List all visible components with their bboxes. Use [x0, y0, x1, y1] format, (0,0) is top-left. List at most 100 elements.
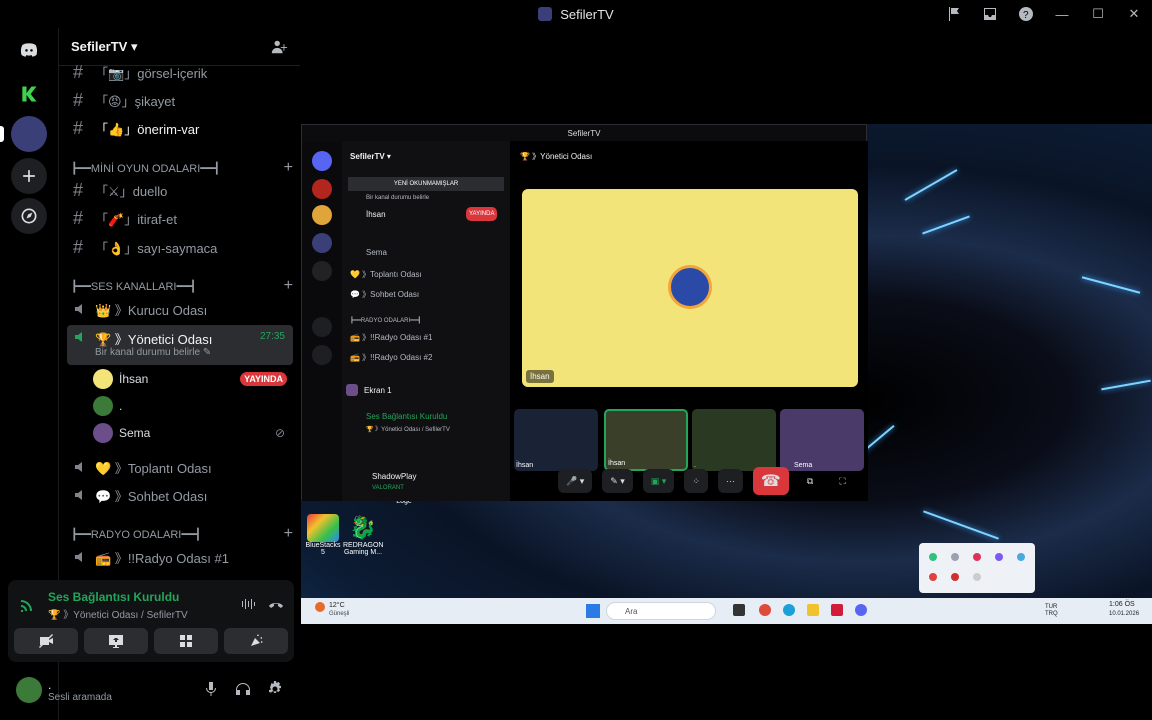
- file-explorer-icon[interactable]: [807, 604, 819, 616]
- app-icon[interactable]: [831, 604, 843, 616]
- camera-off-button[interactable]: [14, 628, 78, 654]
- weather-icon[interactable]: [315, 602, 325, 612]
- user-panel: . Sesli aramada: [8, 668, 294, 712]
- inbox-icon[interactable]: [972, 0, 1008, 28]
- channel-label: Kurucu Odası: [127, 302, 208, 318]
- inner-discord-icon: [312, 151, 332, 171]
- microphone-icon[interactable]: [202, 680, 220, 698]
- voice-kurucu-odasi[interactable]: 👑 》Kurucu Odası: [67, 295, 293, 323]
- tray-app-icon[interactable]: [929, 573, 937, 581]
- voice-radyo-1[interactable]: 📻 》!!Radyo Odası #1: [67, 543, 293, 571]
- hash-icon: #: [73, 179, 84, 200]
- maximize-button[interactable]: ☐: [1080, 0, 1116, 28]
- call-timer: 27:35: [259, 331, 285, 342]
- unread-banner: YENİ OKUNMAMIŞLAR: [348, 177, 504, 191]
- inner-fullscreen-button: ⛶: [839, 475, 846, 486]
- add-channel-icon[interactable]: +: [284, 277, 293, 295]
- chrome-icon[interactable]: [759, 604, 771, 616]
- channel-label: önerim-var: [137, 121, 200, 137]
- minimize-button[interactable]: —: [1044, 0, 1080, 28]
- add-server-icon[interactable]: [11, 158, 47, 194]
- category-radyo[interactable]: ┣━━RADYO ODALARI━━┫ +: [71, 524, 293, 544]
- screen-share-stream[interactable]: BlueStacks 5 🐉 REDRAGON Gaming M... Loge…: [301, 124, 1152, 624]
- tray-app-icon[interactable]: [973, 553, 981, 561]
- voice-location[interactable]: 🏆 》Yönetici Odası / SefilerTV: [48, 606, 188, 621]
- notification-tray-popup: [919, 543, 1035, 593]
- inbox-flag-icon[interactable]: [936, 0, 972, 28]
- taskbar-search[interactable]: Ara: [606, 602, 716, 620]
- thumb-sema: Sema: [780, 409, 864, 471]
- channel-gorsel-icerik[interactable]: # 「📷」görsel-içerik: [67, 58, 293, 86]
- tray-app-icon[interactable]: [929, 553, 937, 561]
- category-ses-kanallari[interactable]: ┣━━SES KANALLARI━━┫ +: [71, 276, 293, 296]
- headphones-icon[interactable]: [234, 680, 252, 698]
- channel-sayi-saymaca[interactable]: # 「👌」sayı-saymaca: [67, 233, 293, 261]
- disconnect-icon[interactable]: [268, 596, 284, 612]
- window-title: SefilerTV: [560, 6, 614, 22]
- discord-home-icon[interactable]: [11, 32, 47, 68]
- desktop-icon-redragon[interactable]: 🐉 REDRAGON Gaming M...: [343, 514, 383, 556]
- voice-toplanti-odasi[interactable]: 💛 》Toplantı Odası: [67, 453, 293, 481]
- inner-server-icon: [312, 179, 332, 199]
- voice-sohbet-odasi[interactable]: 💬 》Sohbet Odası: [67, 481, 293, 509]
- channel-duello[interactable]: # 「⚔」duello: [67, 176, 293, 204]
- edge-icon[interactable]: [783, 604, 795, 616]
- screen-icon: [346, 384, 358, 396]
- avatar[interactable]: [16, 677, 42, 703]
- explore-icon[interactable]: [11, 198, 47, 234]
- discord-taskbar-icon[interactable]: [855, 604, 867, 616]
- tile-label: İhsan: [526, 370, 554, 383]
- member-name: Sema: [119, 426, 151, 440]
- redragon-icon: 🐉: [349, 515, 377, 540]
- inner-server-icon: [312, 233, 332, 253]
- member-ihsan[interactable]: İhsan YAYINDA: [93, 366, 293, 392]
- voice-yonetici-odasi[interactable]: 🏆 》Yönetici Odası 27:35 Bir kanal durumu…: [67, 325, 293, 365]
- help-icon[interactable]: ?: [1008, 0, 1044, 28]
- tray-app-icon[interactable]: [995, 553, 1003, 561]
- add-channel-icon[interactable]: +: [284, 159, 293, 177]
- category-mini-oyun[interactable]: ┣━━MİNİ OYUN ODALARI━━┫ +: [71, 158, 293, 178]
- channel-onerim-var[interactable]: # 「👍」önerim-var: [67, 114, 293, 142]
- gear-icon[interactable]: [266, 680, 284, 698]
- streamed-discord-window: SefilerTV SefilerTV ▾ YENİ OKUNMAMIŞLAR …: [301, 124, 868, 501]
- svg-text:?: ?: [1023, 10, 1029, 21]
- avatar: [668, 265, 712, 309]
- keyboard-language[interactable]: TUR TRQ: [1045, 604, 1058, 618]
- server-k-icon[interactable]: [11, 76, 47, 112]
- signal-icon[interactable]: [18, 594, 38, 614]
- task-view-icon[interactable]: [733, 604, 745, 616]
- add-member-icon[interactable]: [270, 38, 288, 56]
- hash-icon: #: [73, 117, 84, 138]
- activities-button[interactable]: [154, 628, 218, 654]
- channel-status[interactable]: Bir kanal durumu belirle ✎: [95, 347, 211, 358]
- channel-itiraf-et[interactable]: # 「🧨」itiraf-et: [67, 204, 293, 232]
- channel-label: görsel-içerik: [137, 65, 208, 81]
- close-button[interactable]: ✕: [1116, 0, 1152, 28]
- inner-channel-title: 🏆 》Yönetici Odası: [520, 152, 593, 161]
- inner-server-icon: [312, 261, 332, 281]
- windows-taskbar: 12°C Güneşli Ara TUR TRQ 1:06 ÖS 10.01.2…: [301, 598, 1152, 624]
- soundboard-button[interactable]: [224, 628, 288, 654]
- inner-voice-stage: 🏆 》Yönetici Odası İhsan İhsan İhsan . Se…: [510, 141, 868, 501]
- screen-share-button[interactable]: [84, 628, 148, 654]
- speaker-icon: [73, 459, 95, 475]
- add-channel-icon[interactable]: +: [284, 525, 293, 543]
- sefilertv-server-icon[interactable]: [11, 116, 47, 152]
- member-dot[interactable]: .: [93, 393, 293, 419]
- inner-server-rail: [302, 141, 342, 501]
- tray-app-icon[interactable]: [951, 553, 959, 561]
- tray-app-icon[interactable]: [973, 573, 981, 581]
- channel-label: sayı-saymaca: [137, 240, 218, 256]
- channel-label: duello: [132, 183, 168, 199]
- desktop-icon-bluestacks[interactable]: BlueStacks 5: [303, 514, 343, 556]
- bluestacks-icon: [307, 514, 339, 542]
- tray-app-icon[interactable]: [1017, 553, 1025, 561]
- live-badge: YAYINDA: [240, 372, 287, 386]
- channel-sikayet[interactable]: # 「😡」şikayet: [67, 86, 293, 114]
- thumb-dot: .: [692, 409, 776, 471]
- member-sema[interactable]: Sema ⊘: [93, 420, 293, 446]
- noise-suppression-icon[interactable]: [240, 596, 256, 612]
- tray-app-icon[interactable]: [951, 573, 959, 581]
- windows-start-icon[interactable]: [586, 604, 600, 618]
- inner-more-button: ···: [717, 469, 743, 493]
